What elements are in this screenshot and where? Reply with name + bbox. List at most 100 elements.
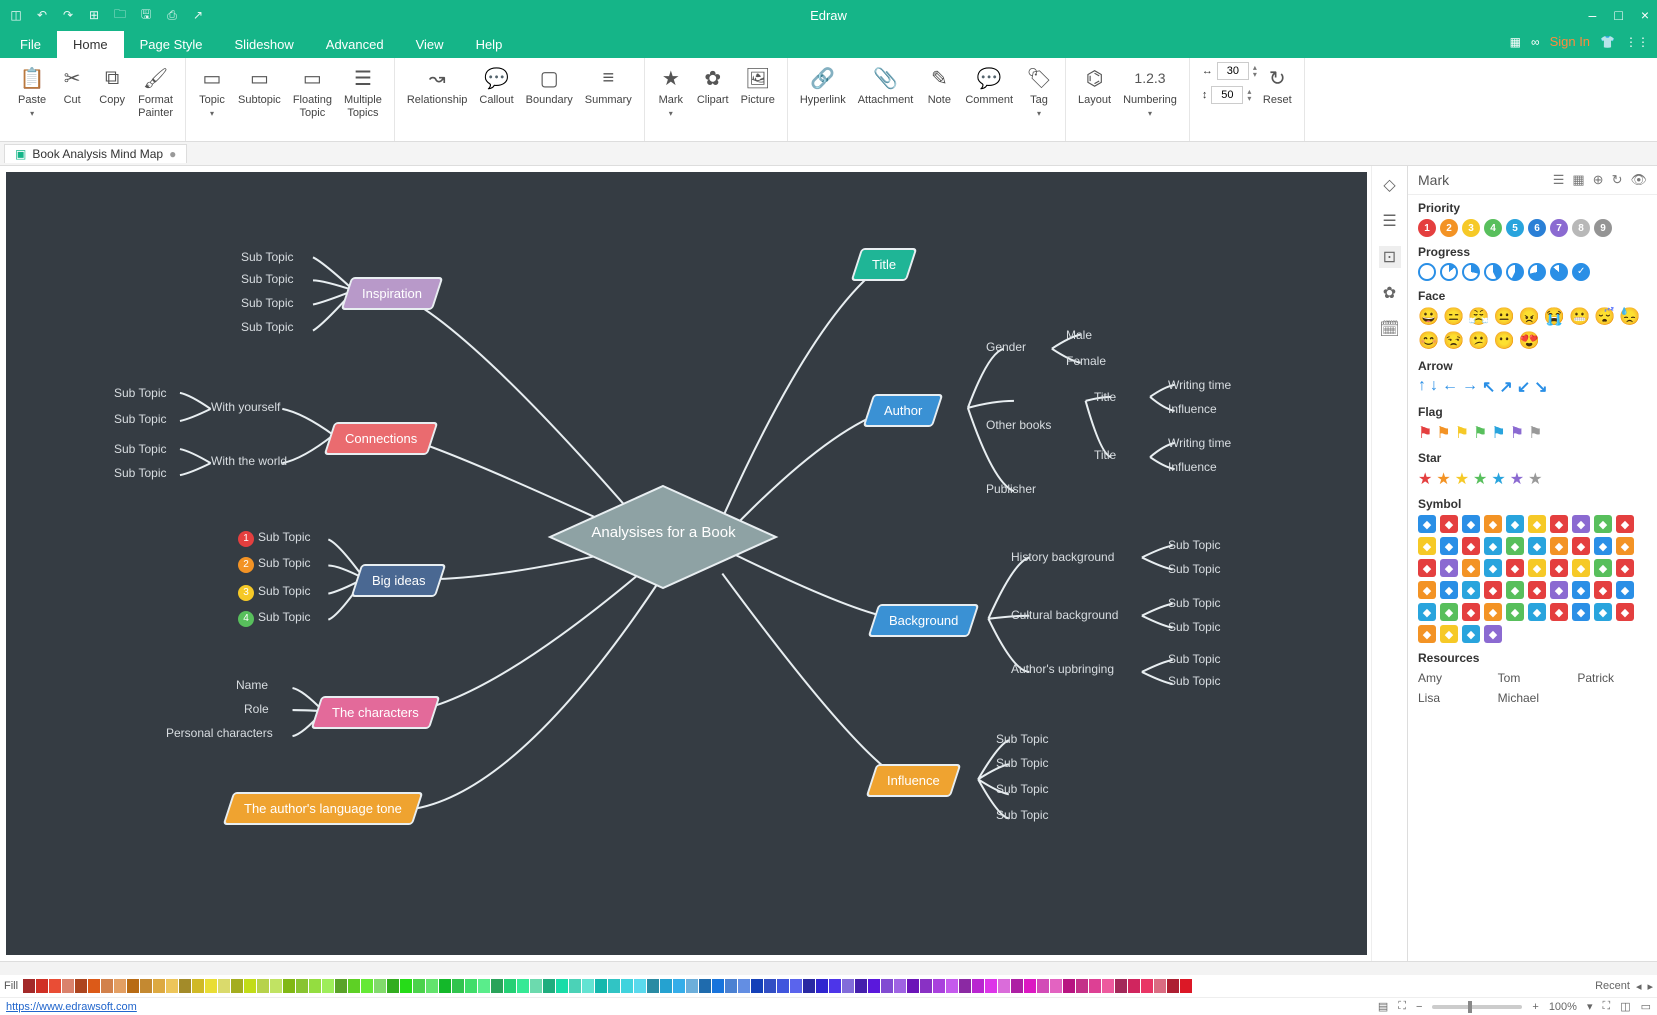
progress-pie[interactable] [1440, 263, 1458, 281]
face-icon[interactable]: 😶 [1494, 331, 1515, 351]
numbering-button[interactable]: 1.2.3Numbering▾ [1117, 62, 1183, 120]
color-swatch[interactable] [621, 979, 633, 993]
mark-button[interactable]: ★Mark▾ [651, 62, 691, 120]
priority-badge[interactable]: 7 [1550, 219, 1568, 237]
leaf[interactable]: Cultural background [1011, 608, 1118, 622]
color-swatch[interactable] [1167, 979, 1179, 993]
relationship-button[interactable]: ↝Relationship [401, 62, 474, 109]
leaf[interactable]: Name [236, 678, 268, 692]
color-swatch[interactable] [1011, 979, 1023, 993]
node-author[interactable]: Author [863, 394, 944, 427]
color-swatch[interactable] [868, 979, 880, 993]
topic-button[interactable]: ▭Topic▾ [192, 62, 232, 120]
symbol-icon[interactable]: ◆ [1528, 603, 1546, 621]
leaf[interactable]: Author's upbringing [1011, 662, 1114, 676]
v-spacing-field[interactable]: ↕▴▾ [1202, 86, 1257, 104]
color-swatch[interactable] [517, 979, 529, 993]
leaf[interactable]: Sub Topic [114, 386, 166, 400]
symbol-icon[interactable]: ◆ [1616, 515, 1634, 533]
color-swatch[interactable] [1076, 979, 1088, 993]
symbol-icon[interactable]: ◆ [1550, 559, 1568, 577]
color-swatch[interactable] [23, 979, 35, 993]
leaf[interactable]: Female [1066, 354, 1106, 368]
color-swatch[interactable] [465, 979, 477, 993]
flag-icon[interactable]: ⚑ [1528, 423, 1542, 443]
leaf[interactable]: Sub Topic [241, 250, 293, 264]
leaf[interactable]: Sub Topic [1168, 620, 1220, 634]
arrow-icon[interactable]: ↖ [1482, 377, 1495, 397]
new-icon[interactable]: ⊞ [86, 7, 102, 23]
floating-topic-button[interactable]: ▭Floating Topic [287, 62, 338, 121]
color-swatch[interactable] [1037, 979, 1049, 993]
color-swatch[interactable] [36, 979, 48, 993]
page-icon[interactable]: ▤ [1378, 1000, 1388, 1013]
face-icon[interactable]: 😬 [1569, 307, 1590, 327]
color-swatch[interactable] [283, 979, 295, 993]
priority-badge[interactable]: 8 [1572, 219, 1590, 237]
symbol-icon[interactable]: ◆ [1550, 515, 1568, 533]
node-influence[interactable]: Influence [866, 764, 961, 797]
color-swatch[interactable] [166, 979, 178, 993]
color-swatch[interactable] [582, 979, 594, 993]
leaf[interactable]: Publisher [986, 482, 1036, 496]
symbol-icon[interactable]: ◆ [1506, 581, 1524, 599]
face-icon[interactable]: 😠 [1519, 307, 1540, 327]
color-swatch[interactable] [75, 979, 87, 993]
color-swatch[interactable] [1154, 979, 1166, 993]
color-swatch[interactable] [322, 979, 334, 993]
color-swatch[interactable] [608, 979, 620, 993]
symbol-icon[interactable]: ◆ [1462, 515, 1480, 533]
symbol-icon[interactable]: ◆ [1418, 625, 1436, 643]
color-swatch[interactable] [1115, 979, 1127, 993]
color-swatch[interactable] [699, 979, 711, 993]
color-swatch[interactable] [153, 979, 165, 993]
chevron-right-icon[interactable]: ▸ [1647, 980, 1653, 993]
tab-slideshow[interactable]: Slideshow [219, 31, 310, 58]
face-icon[interactable]: 😊 [1418, 331, 1439, 351]
color-swatch[interactable] [751, 979, 763, 993]
face-icon[interactable]: 😑 [1443, 307, 1464, 327]
leaf[interactable]: Sub Topic [996, 732, 1048, 746]
summary-button[interactable]: ≡Summary [579, 62, 638, 109]
leaf[interactable]: Sub Topic [996, 782, 1048, 796]
star-icon[interactable]: ★ [1455, 469, 1469, 489]
picture-button[interactable]: 🖼Picture [735, 62, 781, 109]
color-swatch[interactable] [452, 979, 464, 993]
panels-icon[interactable]: ◫ [1620, 1000, 1630, 1013]
color-swatch[interactable] [504, 979, 516, 993]
color-swatch[interactable] [933, 979, 945, 993]
symbol-icon[interactable]: ◆ [1506, 603, 1524, 621]
color-swatch[interactable] [842, 979, 854, 993]
mindmap-canvas[interactable]: Analysises for a Book Inspiration Sub To… [6, 172, 1367, 955]
symbol-icon[interactable]: ◆ [1418, 537, 1436, 555]
symbol-icon[interactable]: ◆ [1528, 559, 1546, 577]
zoom-in-icon[interactable]: + [1532, 1001, 1538, 1013]
resource-name[interactable]: Michael [1498, 691, 1568, 705]
symbol-icon[interactable]: ◆ [1528, 537, 1546, 555]
color-swatch[interactable] [140, 979, 152, 993]
leaf[interactable]: Gender [986, 340, 1026, 354]
arrow-icon[interactable]: ↗ [1499, 377, 1512, 397]
color-swatch[interactable] [244, 979, 256, 993]
color-swatch[interactable] [1024, 979, 1036, 993]
priority-badge[interactable]: 6 [1528, 219, 1546, 237]
face-icon[interactable]: 😐 [1494, 307, 1515, 327]
hyperlink-button[interactable]: 🔗Hyperlink [794, 62, 852, 109]
color-swatch[interactable] [712, 979, 724, 993]
progress-pie[interactable] [1418, 263, 1436, 281]
leaf[interactable]: Sub Topic [114, 466, 166, 480]
node-big-ideas[interactable]: Big ideas [351, 564, 447, 597]
chevron-left-icon[interactable]: ◂ [1636, 980, 1642, 993]
leaf[interactable]: Sub Topic [241, 296, 293, 310]
color-swatch[interactable] [764, 979, 776, 993]
color-swatch[interactable] [647, 979, 659, 993]
symbol-icon[interactable]: ◆ [1572, 559, 1590, 577]
leaf[interactable]: Writing time [1168, 436, 1231, 450]
color-swatch[interactable] [192, 979, 204, 993]
multiple-topics-button[interactable]: ☰Multiple Topics [338, 62, 388, 121]
color-swatch[interactable] [777, 979, 789, 993]
symbol-icon[interactable]: ◆ [1484, 537, 1502, 555]
star-icon[interactable]: ★ [1473, 469, 1487, 489]
resource-name[interactable]: Tom [1498, 671, 1568, 685]
color-swatch[interactable] [595, 979, 607, 993]
